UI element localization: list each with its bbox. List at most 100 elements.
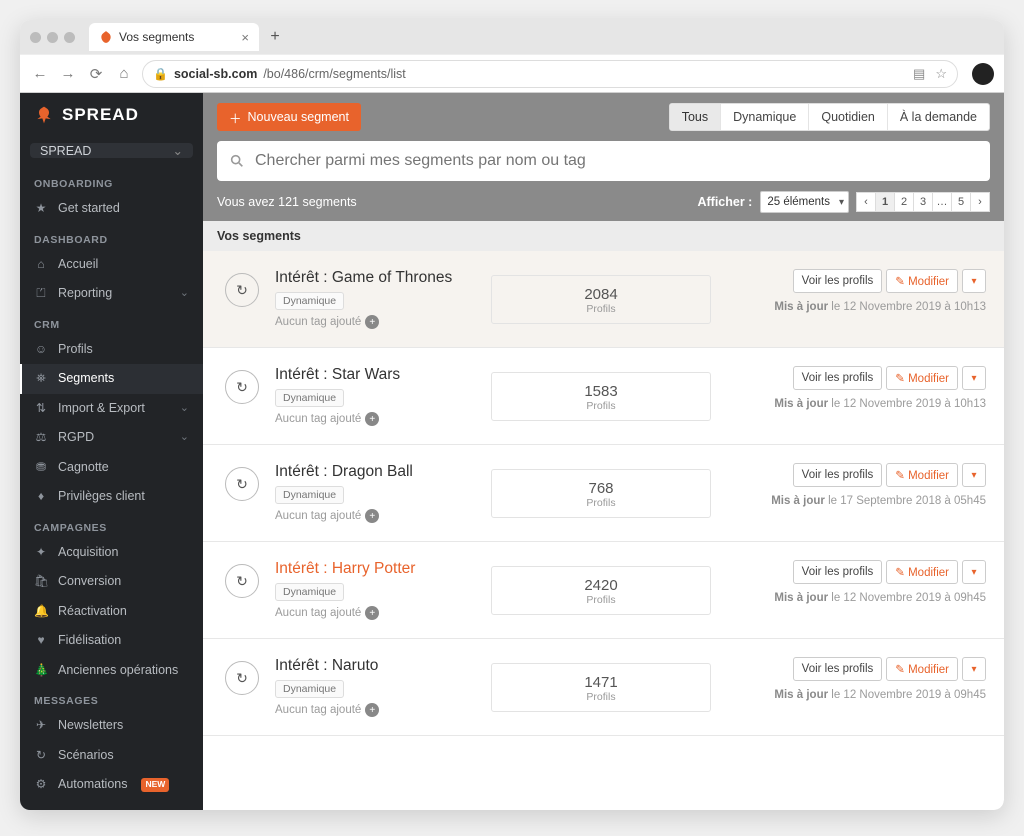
page-button[interactable]: 2 <box>894 192 914 212</box>
edit-button[interactable]: ✎ Modifier <box>886 560 958 584</box>
view-profiles-button[interactable]: Voir les profils <box>793 269 883 293</box>
sidebar-item[interactable]: 🛍Conversion <box>20 567 203 597</box>
traffic-dot[interactable] <box>47 32 58 43</box>
traffic-dot[interactable] <box>30 32 41 43</box>
nav-label: Réactivation <box>58 603 127 621</box>
nav-label: Anciennes opérations <box>58 662 178 680</box>
edit-button[interactable]: ✎ Modifier <box>886 657 958 681</box>
view-profiles-button[interactable]: Voir les profils <box>793 657 883 681</box>
profile-count-card: 768Profils <box>491 469 711 518</box>
filter-tab[interactable]: À la demande <box>887 104 989 130</box>
back-icon[interactable]: ← <box>30 65 50 82</box>
page-button[interactable]: ‹ <box>856 192 876 212</box>
sidebar-item[interactable]: ⚖ RGPD ⌄ <box>20 423 203 453</box>
filter-tab[interactable]: Tous <box>670 104 720 130</box>
sidebar-item[interactable]: ✈Newsletters <box>20 711 203 741</box>
chevron-down-icon: ⌄ <box>180 430 189 445</box>
window-controls[interactable] <box>30 32 75 43</box>
sidebar-item[interactable]: ⛯Segments <box>20 364 203 394</box>
updated-text: Mis à jour le 12 Novembre 2019 à 10h13 <box>766 396 986 412</box>
brand: SPREAD <box>20 93 203 137</box>
address-bar[interactable]: 🔒 social-sb.com /bo/486/crm/segments/lis… <box>142 60 958 88</box>
list-header: Vos segments <box>203 221 1004 251</box>
sidebar-item[interactable]: ⚙AutomationsNEW <box>20 770 203 800</box>
segment-type-chip: Dynamique <box>275 680 344 698</box>
sidebar-item[interactable]: ✦Acquisition <box>20 538 203 568</box>
add-tag-icon[interactable]: + <box>365 412 379 426</box>
workspace-select[interactable]: SPREAD ⌄ <box>30 143 193 158</box>
more-actions-button[interactable]: ▾ <box>962 560 986 584</box>
view-profiles-button[interactable]: Voir les profils <box>793 560 883 584</box>
page-button[interactable]: 1 <box>875 192 895 212</box>
add-tag-icon[interactable]: + <box>365 703 379 717</box>
nav-label: Acquisition <box>58 544 118 562</box>
search-box[interactable] <box>217 141 990 181</box>
page-size-select[interactable]: 25 éléments <box>760 191 849 213</box>
segment-title[interactable]: Intérêt : Game of Thrones <box>275 269 475 287</box>
sidebar-item[interactable]: 🔔Réactivation <box>20 597 203 627</box>
plus-icon: ＋ <box>229 108 242 127</box>
profile-count-card: 2420Profils <box>491 566 711 615</box>
star-icon[interactable]: ☆ <box>935 66 947 82</box>
sidebar-item[interactable]: ⏍Reporting⌄ <box>20 279 203 309</box>
segment-tag-line[interactable]: Aucun tag ajouté+ <box>275 606 475 620</box>
nav-icon: ⚖ <box>34 429 48 446</box>
reload-icon[interactable]: ⟳ <box>86 65 106 83</box>
more-actions-button[interactable]: ▾ <box>962 269 986 293</box>
browser-tab[interactable]: Vos segments × <box>89 23 259 51</box>
sidebar-section-title: CRM <box>20 309 203 335</box>
sidebar-item[interactable]: ♦Privilèges client <box>20 482 203 512</box>
segment-tag-line[interactable]: Aucun tag ajouté+ <box>275 509 475 523</box>
segment-tag-line[interactable]: Aucun tag ajouté+ <box>275 315 475 329</box>
sidebar-item[interactable]: ♥Fidélisation <box>20 626 203 656</box>
chevron-down-icon: ⌄ <box>180 286 189 301</box>
sidebar-item[interactable]: ↻Scénarios <box>20 741 203 771</box>
sidebar-item[interactable]: ★Get started <box>20 194 203 224</box>
new-segment-button[interactable]: ＋ Nouveau segment <box>217 103 361 131</box>
sidebar-item[interactable]: ☺Profils <box>20 335 203 365</box>
edit-button[interactable]: ✎ Modifier <box>886 463 958 487</box>
qr-icon[interactable]: ▤ <box>913 66 925 82</box>
segment-list: ↻ Intérêt : Game of Thrones Dynamique Aucun… <box>203 251 1004 810</box>
view-profiles-button[interactable]: Voir les profils <box>793 463 883 487</box>
edit-button[interactable]: ✎ Modifier <box>886 269 958 293</box>
page-button[interactable]: 3 <box>913 192 933 212</box>
sidebar-item[interactable]: ⛃Cagnotte <box>20 453 203 483</box>
segment-tag-line[interactable]: Aucun tag ajouté + <box>275 703 475 717</box>
add-tag-icon[interactable]: + <box>365 315 379 329</box>
profile-count-card: 1471Profils <box>491 663 711 712</box>
more-actions-button[interactable]: ▾ <box>962 366 986 390</box>
new-tab-button[interactable]: + <box>265 27 285 47</box>
filter-tab[interactable]: Dynamique <box>720 104 808 130</box>
segment-title[interactable]: Intérêt : Naruto <box>275 657 475 675</box>
segment-title[interactable]: Intérêt : Star Wars <box>275 366 475 384</box>
edit-button[interactable]: ✎ Modifier <box>886 366 958 390</box>
profile-avatar[interactable] <box>972 63 994 85</box>
more-actions-button[interactable]: ▾ <box>962 657 986 681</box>
page-button[interactable]: 5 <box>951 192 971 212</box>
sidebar-item[interactable]: ⌂Accueil <box>20 250 203 280</box>
segment-type-icon: ↻ <box>225 273 259 307</box>
page-button[interactable]: › <box>970 192 990 212</box>
nav-label: Accueil <box>58 256 98 274</box>
forward-icon[interactable]: → <box>58 65 78 82</box>
traffic-dot[interactable] <box>64 32 75 43</box>
view-profiles-button[interactable]: Voir les profils <box>793 366 883 390</box>
new-badge: NEW <box>141 778 169 792</box>
segment-title[interactable]: Intérêt : Dragon Ball <box>275 463 475 481</box>
more-actions-button[interactable]: ▾ <box>962 463 986 487</box>
no-tag-label: Aucun tag ajouté <box>275 704 361 716</box>
nav-icon: ⚙ <box>34 776 48 793</box>
segment-title[interactable]: Intérêt : Harry Potter <box>275 560 475 578</box>
nav-label: RGPD <box>58 429 94 447</box>
search-input[interactable] <box>255 152 978 170</box>
sidebar-item[interactable]: ⇅Import & Export⌄ <box>20 394 203 424</box>
add-tag-icon[interactable]: + <box>365 606 379 620</box>
segment-tag-line[interactable]: Aucun tag ajouté+ <box>275 412 475 426</box>
sidebar-item[interactable]: 🎄Anciennes opérations <box>20 656 203 686</box>
home-icon[interactable]: ⌂ <box>114 65 134 82</box>
filter-tab[interactable]: Quotidien <box>808 104 887 130</box>
page-button[interactable]: … <box>932 192 952 212</box>
add-tag-icon[interactable]: + <box>365 509 379 523</box>
close-icon[interactable]: × <box>241 31 249 44</box>
